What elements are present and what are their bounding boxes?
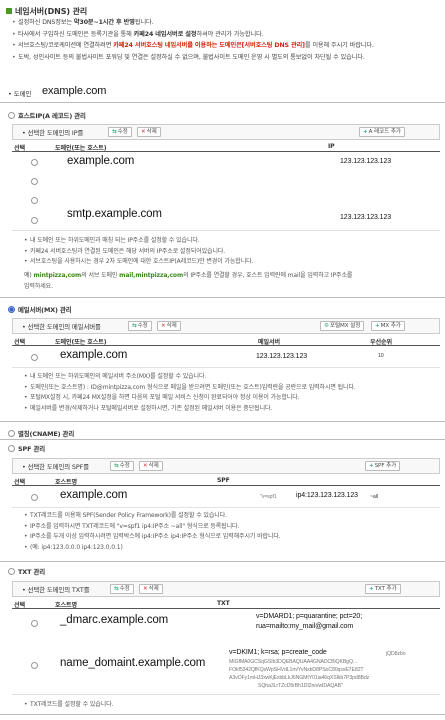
- table-header-line: [12, 485, 440, 486]
- txt-delete-button[interactable]: ✕삭제: [139, 584, 163, 594]
- spf-section[interactable]: SPF 관리: [8, 444, 45, 453]
- cname-radio[interactable]: [8, 430, 15, 437]
- row-radio[interactable]: [31, 354, 38, 361]
- row-txt-line: rua=mailto:my_mail@gmail.com: [256, 623, 354, 630]
- a-record-radio[interactable]: [8, 112, 15, 119]
- row-txt-line: FOkf5342QfKQsWpSHVdL1m/YvNxbD8PSoC80qsxE…: [229, 667, 364, 673]
- divider: [0, 561, 445, 562]
- spf-info: TXT레코드를 이용해 SPF(Sender Policy Framework)…: [24, 511, 281, 553]
- cname-section[interactable]: 별칭(CNAME) 관리: [8, 429, 74, 438]
- divider: [0, 439, 445, 440]
- row-divider: [12, 230, 440, 231]
- notice-list: 설정하신 DNS정보는 약30분~1시간 후 반영됩니다. 타사에서 구입하신 …: [12, 17, 442, 63]
- mx-delete-button[interactable]: ✕삭제: [157, 321, 181, 331]
- spf-radio[interactable]: [8, 445, 15, 452]
- a-record-info: 내 도메인 또는 하위도메인과 매칭 되는 IP주소를 설정할 수 있습니다. …: [24, 236, 253, 268]
- txt-edit-button[interactable]: ⇆수정: [110, 584, 134, 594]
- a-record-select-label: • 선택한 도메인의 IP를: [22, 129, 84, 137]
- row-radio[interactable]: [31, 494, 38, 501]
- notice-item: 도박, 성인사이트 등의 불법사이트 포워딩 및 연결은 설정하실 수 없으며,…: [12, 52, 442, 64]
- row-divider: [12, 507, 440, 508]
- title-bullet-icon: [6, 8, 12, 14]
- row-radio[interactable]: [31, 217, 38, 224]
- txt-add-button[interactable]: +TXT 추가: [365, 584, 401, 594]
- row-host: name_domaint.example.com: [60, 657, 206, 669]
- divider: [0, 714, 445, 715]
- row-radio[interactable]: [31, 178, 38, 185]
- row-spf-prefix: "v=spf1: [260, 494, 277, 500]
- row-spf-suffix: ~all: [370, 494, 378, 500]
- row-spf-ip: ip4:123.123.123.123: [296, 492, 358, 499]
- notice-item: 설정하신 DNS정보는 약30분~1시간 후 반영됩니다.: [12, 17, 442, 29]
- spf-edit-button[interactable]: ⇆수정: [110, 461, 134, 471]
- row-ip: 123.123.123.123: [340, 214, 392, 221]
- mx-portal-button[interactable]: ⚙포털MX 설정: [320, 321, 365, 331]
- row-priority: 10: [378, 353, 384, 359]
- txt-section[interactable]: TXT 관리: [8, 567, 45, 576]
- row-host: example.com: [60, 489, 128, 501]
- row-host: _dmarc.example.com: [60, 614, 169, 626]
- spf-delete-button[interactable]: ✕삭제: [139, 461, 163, 471]
- mx-section[interactable]: 메일서버(MX) 관리: [8, 305, 72, 314]
- row-radio[interactable]: [31, 159, 38, 166]
- a-record-section[interactable]: 호스트IP(A 레코드) 관리: [8, 111, 86, 120]
- row-txt-line: v=DMARD1; p=quarantine; pct=20;: [256, 613, 363, 620]
- page-title: 네임서버(DNS) 관리: [6, 6, 87, 17]
- table-header-line: [12, 345, 440, 346]
- row-domain: smtp.example.com: [67, 208, 162, 220]
- col-ip: IP: [328, 143, 335, 150]
- txt-radio[interactable]: [8, 568, 15, 575]
- notice-item: 타사에서 구입하신 도메인은 등록기관을 통해 카페24 네임서버로 설정하셔야…: [12, 29, 442, 41]
- row-radio[interactable]: [31, 620, 38, 627]
- spf-add-button[interactable]: +SPF 추가: [365, 461, 401, 471]
- divider: [0, 421, 445, 422]
- row-domain: example.com: [60, 349, 128, 361]
- spf-select-label: • 선택한 도메인의 SPF를: [22, 463, 89, 471]
- row-txt-line: SQha3LrTZcD5rBh1DI2no/wIDAQAB": [258, 683, 343, 689]
- notice-item: 서브호스팅/코로케이션에 연결하려면 카페24 서버호스팅 네임서버를 이용하는…: [12, 40, 442, 52]
- mx-add-button[interactable]: +MX 추가: [371, 321, 405, 331]
- mx-edit-button[interactable]: ⇆수정: [128, 321, 152, 331]
- domain-value: example.com: [42, 85, 107, 97]
- divider: [0, 102, 445, 103]
- row-divider: [12, 367, 440, 368]
- table-header-line: [12, 151, 440, 152]
- row-divider: [12, 694, 440, 695]
- row-txt-line: v=DKIM1; k=rsa; p=create_code: [229, 649, 327, 656]
- mx-select-label: • 선택한 도메인의 메일서버를: [22, 323, 101, 331]
- a-record-example: 예) mintpizza,com의 서브 도메인 mail,mintpizza,…: [24, 272, 353, 290]
- server-hosting-dns-link[interactable]: 카페24 서버호스팅 네임서버를 이용하는 도메인은[서버호스팅 DNS 관리]: [113, 42, 305, 49]
- table-header-line: [12, 608, 440, 609]
- txt-select-label: • 선택한 도메인의 TXT를: [22, 586, 90, 594]
- row-radio[interactable]: [31, 662, 38, 669]
- domain-label: • 도메인: [8, 90, 32, 98]
- row-txt-line: A3vOFy1mHJ3xwKjExbbLkJ6NGMtY01ia46qXSIkb…: [229, 675, 370, 681]
- a-record-add-button[interactable]: +A 레코드 추가: [359, 127, 405, 137]
- a-record-edit-button[interactable]: ⇆수정: [108, 127, 132, 137]
- row-radio[interactable]: [31, 197, 38, 204]
- a-record-delete-button[interactable]: ✕삭제: [137, 127, 161, 137]
- col-spf: SPF: [217, 477, 230, 484]
- row-ip: 123.123.123.123: [340, 158, 392, 165]
- row-txt-line: MIGfMA0GCSqGSIb3DQEBAQUAA4GNADCBiQKBgQ..…: [229, 659, 357, 665]
- row-mailserver: 123.123.123.123: [256, 353, 308, 360]
- mx-radio[interactable]: [8, 306, 15, 313]
- col-txt: TXT: [217, 600, 230, 607]
- mx-info: 내 도메인 또는 하위도메인의 메일서버 주소(MX)를 설정할 수 있습니다.…: [24, 372, 356, 414]
- txt-info: TXT레코드를 설정할 수 있습니다.: [24, 700, 113, 711]
- row-domain: example.com: [67, 155, 135, 167]
- divider: [0, 297, 445, 298]
- row-txt-sidecode: jQD8zbo: [386, 651, 406, 657]
